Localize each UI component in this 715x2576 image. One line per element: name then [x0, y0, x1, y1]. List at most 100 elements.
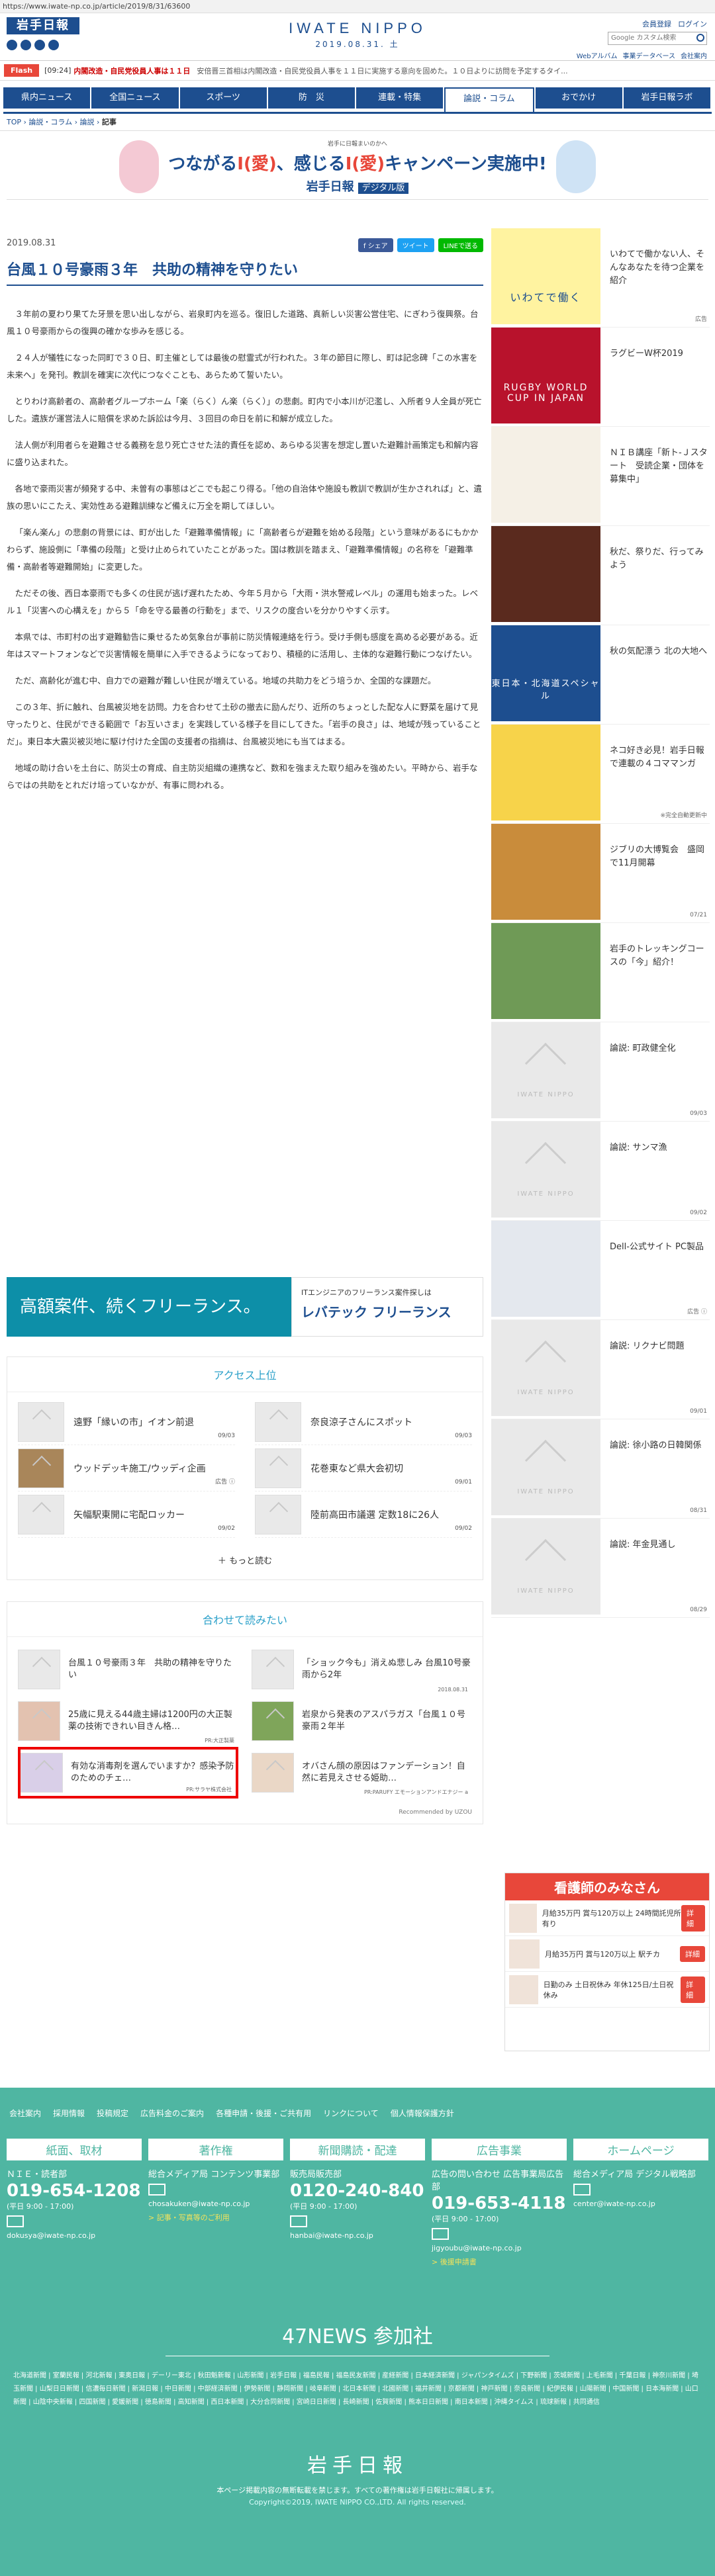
footer-link[interactable]: 会社案内 — [9, 2108, 41, 2119]
sidebar-item[interactable]: 岩手のトレッキングコースの「今」紹介！ — [491, 923, 710, 1022]
list-item[interactable]: ウッドデッキ施工/ウッディ企画 広告 ⓘ — [18, 1445, 235, 1491]
related-item-text: 25歳に見える44歳主婦は1200円の大正製薬の技術できれい目きん格… — [68, 1710, 232, 1732]
register-link[interactable]: 会員登録 — [642, 19, 671, 29]
sponsor-link[interactable]: > 後援申請書 — [432, 2256, 567, 2267]
email-link[interactable]: hanbai@iwate-np.co.jp — [290, 2231, 425, 2240]
footer-link[interactable]: リンクについて — [323, 2108, 379, 2119]
flash-body[interactable]: 安倍晋三首相は内閣改造・自民党役員人事を１１日に実施する意向を固めた。１０日より… — [197, 66, 567, 76]
thumbnail — [252, 1650, 294, 1689]
list-item[interactable]: 陸前高田市議選 定数18に26人 09/02 — [255, 1491, 472, 1538]
nav-national[interactable]: 全国ニュース — [91, 87, 179, 109]
list-item[interactable]: 矢幅駅東開に宅配ロッカー 09/02 — [18, 1491, 235, 1538]
phone-number[interactable]: 0120-240-840 — [290, 2181, 425, 2201]
footer-link[interactable]: 広告料金のご案内 — [140, 2108, 204, 2119]
nav-sports[interactable]: スポーツ — [179, 87, 267, 109]
breadcrumb-editorial[interactable]: 論説 — [80, 118, 95, 126]
freelance-ad[interactable]: 高額案件、続くフリーランス。 ITエンジニアのフリーランス案件探しは レバテック… — [7, 1277, 483, 1337]
company-link[interactable]: 会社案内 — [681, 50, 707, 60]
nav-disaster[interactable]: 防 災 — [267, 87, 355, 109]
address-bar[interactable]: https://www.iwate-np.co.jp/article/2019/… — [0, 0, 715, 13]
contact-column: 紙面、取材 ＮＩＥ・読者部 019-654-1208 (平日 9:00 - 17:00… — [7, 2139, 142, 2267]
search-icon[interactable] — [696, 34, 704, 42]
sidebar-item[interactable]: RUGBY WORLD CUP IN JAPAN ラグビーW杯2019 — [491, 328, 710, 427]
footer-logo[interactable]: 岩手日報 — [0, 2449, 715, 2478]
contact-column: 著作権 総合メディア局 コンテンツ事業部 chosakuken@iwate-np.c… — [148, 2139, 283, 2267]
job-text: 月給35万円 賞与120万以上 24時間託児所有り — [542, 1908, 681, 1928]
facebook-share-button[interactable]: f シェア — [358, 238, 393, 252]
related-item[interactable]: 「ショック今も」消えぬ悲しみ 台風10号豪雨から2年 2018.08.31 — [252, 1644, 472, 1695]
related-item-highlighted[interactable]: 有効な消毒剤を選んでいますか？感染予防のためのチェ… PR:サラヤ株式会社 — [18, 1747, 238, 1799]
related-item[interactable]: 岩泉から発表のアスパラガス「台風１０号豪雨２年半 — [252, 1695, 472, 1747]
related-item[interactable]: オバさん顔の原因はファンデーション！自然に若見えさせる姫助… PR:PARUFY … — [252, 1747, 472, 1799]
share-buttons: f シェア ツイート LINEで送る — [358, 238, 483, 252]
breadcrumb-current: 記事 — [101, 118, 117, 126]
account-links: 会員登録 ログイン — [642, 19, 707, 29]
breadcrumb-top[interactable]: TOP — [7, 118, 21, 126]
nav-editorial[interactable]: 論説・コラム — [444, 87, 534, 112]
footer-link[interactable]: 採用情報 — [53, 2108, 85, 2119]
sidebar-item[interactable]: ネコ好き必見！岩手日報で連載の４コママンガ ※完全自動更新中 — [491, 725, 710, 824]
database-link[interactable]: 事業データベース — [623, 50, 676, 60]
footer-link[interactable]: 個人情報保護方針 — [391, 2108, 454, 2119]
mail-icon — [432, 2228, 449, 2240]
email-link[interactable]: jigyoubu@iwate-np.co.jp — [432, 2244, 567, 2252]
email-link[interactable]: dokusya@iwate-np.co.jp — [7, 2231, 142, 2240]
flash-headline[interactable]: 内閣改造・自民党役員人事は１１日 — [73, 66, 190, 76]
tweet-button[interactable]: ツイート — [397, 238, 434, 252]
footer-link[interactable]: 各種申請・後援・ご共有用 — [216, 2108, 311, 2119]
more-button[interactable]: ＋ もっと読む — [7, 1544, 483, 1579]
job-row[interactable]: 日勤のみ 土日祝休み 年休125日/土日祝休み 詳細 — [505, 1972, 709, 2008]
sidebar-item[interactable]: IWATE NIPPO 論説: リクナビ問題 09/01 — [491, 1320, 710, 1419]
article-title: 台風１０号豪雨３年 共助の精神を守りたい — [7, 258, 483, 286]
list-item[interactable]: 遠野「縁いの市」イオン前退 09/03 — [18, 1399, 235, 1445]
login-link[interactable]: ログイン — [678, 19, 707, 29]
copyright: Copyright©2019, IWATE NIPPO CO.,LTD. All… — [249, 2498, 466, 2507]
article-paragraph: 本県では、市町村の出す避難勧告に乗せるため気象台が事前に防災情報連絡を行う。受け… — [7, 632, 478, 659]
sidebar-item[interactable]: ＮＩＢ講座「新ト-Ｊスタート 受読企業・団体を募集中」 — [491, 427, 710, 526]
detail-button[interactable]: 詳細 — [681, 1904, 705, 1932]
sidebar-item[interactable]: IWATE NIPPO 論説: 徐小路の日韓関係 08/31 — [491, 1419, 710, 1519]
job-row[interactable]: 月給35万円 賞与120万以上 駅チカ 詳細 — [505, 1936, 709, 1972]
recommend-credit[interactable]: Recommended by UZOU — [7, 1805, 483, 1824]
sidebar-item[interactable]: IWATE NIPPO 論説: 年金見通し 08/29 — [491, 1519, 710, 1618]
mail-icon — [7, 2215, 24, 2227]
line-share-button[interactable]: LINEで送る — [438, 238, 483, 252]
nav-lab[interactable]: 岩手日報ラボ — [623, 87, 710, 109]
sidebar-item-date: 09/01 — [690, 1408, 707, 1415]
detail-button[interactable]: 詳細 — [680, 1945, 705, 1962]
list-item-date: 09/03 — [218, 1433, 235, 1439]
nav-outing[interactable]: おでかけ — [535, 87, 622, 109]
related-item[interactable]: 台風１０号豪雨３年 共助の精神を守りたい — [18, 1644, 238, 1695]
breadcrumb-column[interactable]: 論説・コラム — [28, 118, 72, 126]
email-link[interactable]: center@iwate-np.co.jp — [573, 2199, 708, 2208]
list-item[interactable]: 花巻東など県大会初切 09/01 — [255, 1445, 472, 1491]
email-link[interactable]: chosakuken@iwate-np.co.jp — [148, 2199, 283, 2208]
phone-number[interactable]: 019-654-1208 — [7, 2181, 142, 2201]
footer-link[interactable]: 投稿規定 — [97, 2108, 128, 2119]
sidebar-item[interactable]: 東日本・北海道スペシャル 秋の気配漂う 北の大地へ — [491, 625, 710, 725]
job-text: 日勤のみ 土日祝休み 年休125日/土日祝休み — [543, 1980, 674, 2000]
job-row[interactable]: 月給35万円 賞与120万以上 24時間託児所有り 詳細 — [505, 1900, 709, 1936]
detail-button[interactable]: 詳細 — [681, 1976, 705, 2003]
nurse-job-ad[interactable]: 看護師のみなさん 月給35万円 賞与120万以上 24時間託児所有り 詳細 月給3… — [504, 1873, 710, 2051]
campaign-banner[interactable]: 岩手に日報まいのかへ つながるI(愛)、感じるI(愛)キャンペーン実施中! 岩手… — [7, 134, 708, 200]
sidebar-item[interactable]: いわてで働く いわてで働かない人、そんなあなたを待つ企業を紹介 広告 — [491, 228, 710, 328]
sidebar-item[interactable]: IWATE NIPPO 論説: サンマ漁 09/02 — [491, 1122, 710, 1221]
sidebar-item[interactable]: ジブリの大博覧会 盛岡で11月開幕 07/21 — [491, 824, 710, 923]
list-item[interactable]: 奈良涼子さんにスポット 09/03 — [255, 1399, 472, 1445]
related-item[interactable]: 25歳に見える44歳主婦は1200円の大正製薬の技術できれい目きん格… PR:大正… — [18, 1695, 238, 1747]
contact-column: 新聞購読・配達 販売局販売部 0120-240-840 (平日 9:00 - 17:0… — [290, 2139, 425, 2267]
usage-link[interactable]: > 記事・写真等のご利用 — [148, 2212, 283, 2223]
member-papers[interactable]: 北海道新聞 | 室蘭民報 | 河北新報 | 東奥日報 | デーリー東北 | 秋田… — [0, 2356, 715, 2409]
sidebar-item[interactable]: Dell-公式サイト PC製品 広告 ⓘ — [491, 1221, 710, 1320]
nav-local[interactable]: 県内ニュース — [3, 87, 91, 109]
ad-right: ITエンジニアのフリーランス案件探しは レバテック フリーランス — [291, 1277, 483, 1337]
web-album-link[interactable]: Webアルバム — [577, 50, 618, 60]
sidebar-item-date: 08/29 — [690, 1607, 707, 1613]
nav-series[interactable]: 連載・特集 — [356, 87, 444, 109]
search-input[interactable]: Google カスタム検索 — [608, 32, 707, 45]
sidebar-item[interactable]: 秋だ、祭りだ、行ってみよう — [491, 526, 710, 625]
sidebar-item[interactable]: IWATE NIPPO 論説: 町政健全化 09/03 — [491, 1022, 710, 1122]
phone-number[interactable]: 019-653-4118 — [432, 2194, 567, 2213]
sidebar-image — [491, 824, 600, 920]
